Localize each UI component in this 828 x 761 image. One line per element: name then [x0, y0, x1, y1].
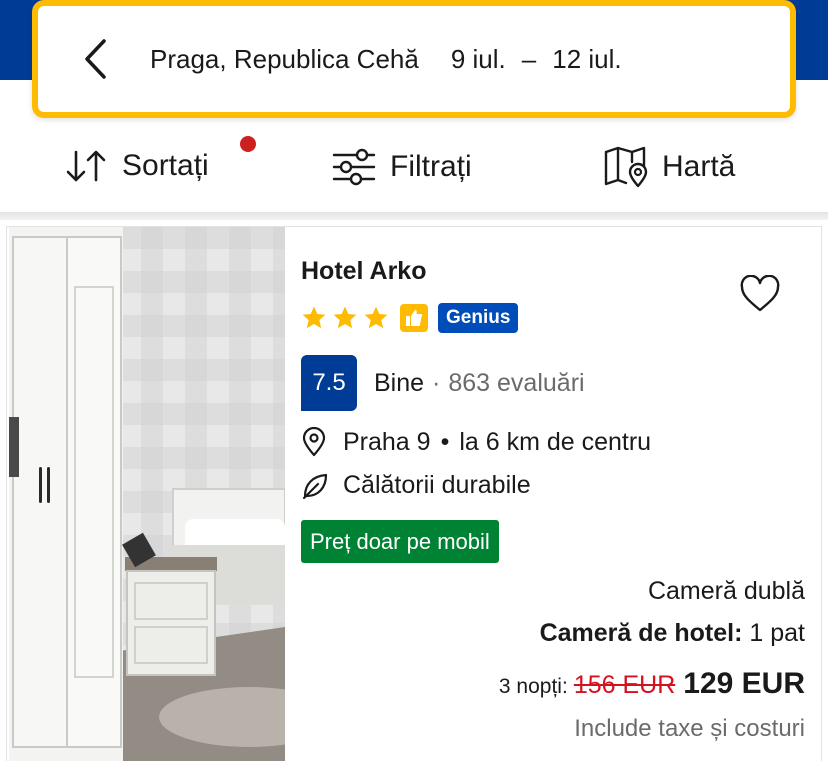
review-count: 863 evaluări	[448, 368, 585, 397]
hotel-photo[interactable]	[9, 227, 285, 761]
rating-stars: Genius	[301, 303, 519, 333]
score-separator: ·	[432, 368, 441, 397]
location-separator: •	[440, 427, 450, 456]
toolbar-divider	[0, 212, 828, 220]
room-beds: 1 pat	[749, 619, 805, 647]
sliders-icon	[332, 148, 376, 186]
filter-button[interactable]: Filtrați	[332, 148, 472, 186]
sort-active-indicator	[240, 136, 256, 152]
thumbs-up-icon	[400, 304, 428, 332]
star-icon	[333, 306, 357, 329]
filter-label: Filtrați	[390, 150, 472, 183]
map-label: Hartă	[662, 150, 736, 183]
location-pin-icon	[302, 427, 326, 457]
sort-arrows-icon	[66, 150, 106, 182]
room-type: Cameră dublă	[647, 577, 805, 605]
map-button[interactable]: Hartă	[604, 146, 735, 188]
checkin-date: 9 iul.	[450, 43, 506, 74]
leaf-icon	[302, 473, 328, 499]
genius-badge: Genius	[438, 303, 519, 333]
sustainability-row: Călătorii durabile	[301, 471, 531, 500]
star-icon	[364, 306, 388, 329]
property-card[interactable]: Hotel Arko Genius 7.5 Bine · 863 evaluăr…	[6, 226, 822, 761]
review-score: 7.5	[301, 355, 357, 411]
price-row: 3 nopți: 156 EUR 129 EUR	[499, 667, 805, 701]
sustainability-label: Călătorii durabile	[343, 471, 531, 499]
date-separator: –	[521, 43, 537, 74]
district: Praha 9	[343, 427, 431, 456]
original-price: 156 EUR	[573, 671, 676, 699]
search-summary[interactable]: Praga, Republica Cehă 9 iul. – 12 iul.	[150, 44, 622, 75]
hotel-name[interactable]: Hotel Arko	[301, 257, 426, 286]
nights-count: 3 nopți:	[498, 675, 568, 698]
room-name: Cameră de hotel:	[539, 619, 743, 647]
distance-from-center: la 6 km de centru	[459, 427, 652, 456]
taxes-note: Include taxe și costuri	[574, 715, 805, 742]
map-pin-icon	[604, 146, 648, 188]
checkout-date: 12 iul.	[552, 43, 622, 74]
heart-icon[interactable]	[739, 274, 781, 318]
location-row: Praha 9 • la 6 km de centru	[301, 427, 651, 457]
mobile-price-badge: Preț doar pe mobil	[301, 520, 499, 563]
chevron-left-icon[interactable]	[82, 37, 112, 81]
results-toolbar: Sortați Filtrați Hartă	[0, 130, 828, 212]
star-icon	[302, 306, 326, 329]
room-detail: Cameră de hotel: 1 pat	[540, 619, 805, 648]
property-info: Hotel Arko Genius 7.5 Bine · 863 evaluăr…	[301, 227, 811, 761]
review-score-row[interactable]: 7.5 Bine · 863 evaluări	[301, 355, 585, 411]
sort-label: Sortați	[122, 149, 209, 182]
destination-text: Praga, Republica Cehă	[150, 43, 419, 74]
current-price: 129 EUR	[683, 667, 805, 700]
review-score-label: Bine	[374, 368, 425, 397]
search-summary-box[interactable]: Praga, Republica Cehă 9 iul. – 12 iul.	[32, 0, 796, 118]
sort-button[interactable]: Sortați	[64, 148, 209, 184]
